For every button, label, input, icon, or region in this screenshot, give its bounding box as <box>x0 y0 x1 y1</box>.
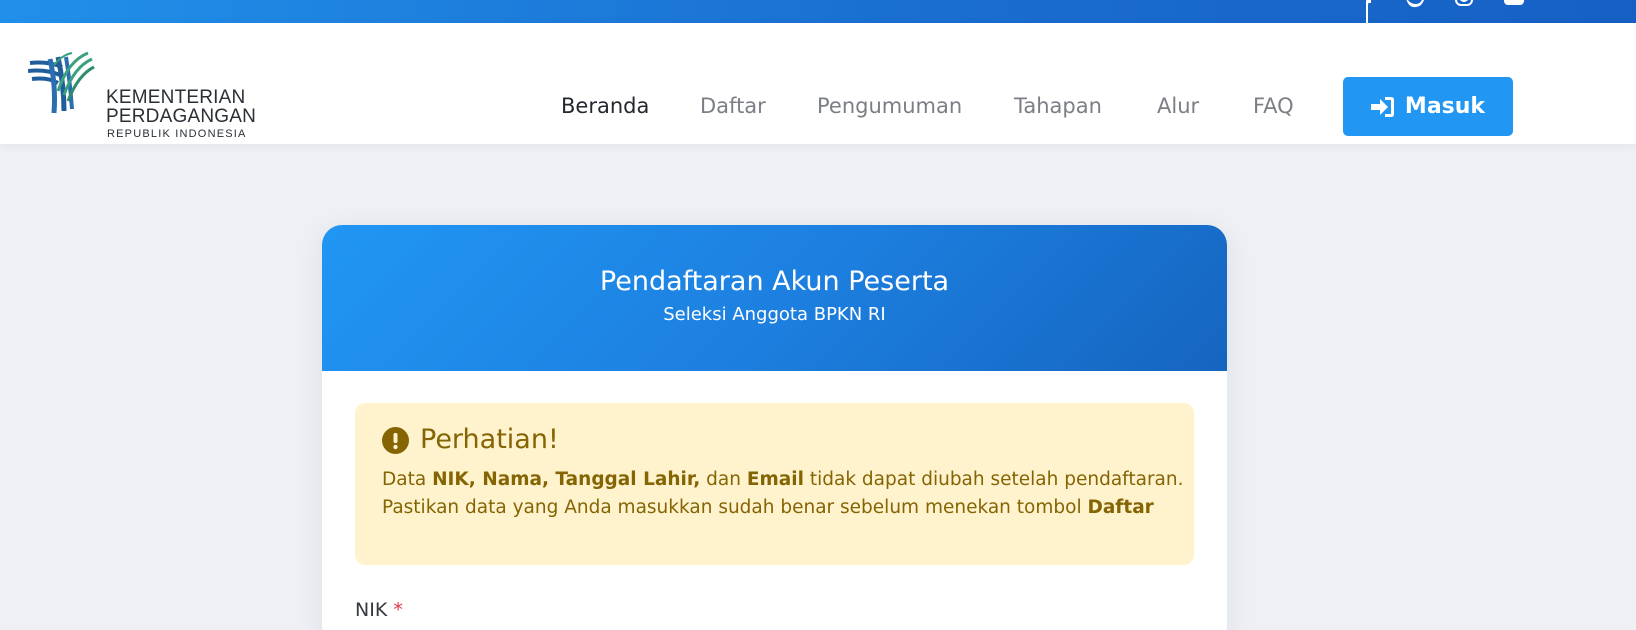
twitter-icon[interactable] <box>1404 0 1426 23</box>
nav-daftar[interactable]: Daftar <box>700 93 766 119</box>
nav-faq[interactable]: FAQ <box>1253 93 1294 119</box>
navbar: KEMENTERIAN PERDAGANGAN REPUBLIK INDONES… <box>0 23 1636 144</box>
youtube-icon[interactable] <box>1503 0 1525 23</box>
facebook-icon[interactable] <box>1362 0 1374 23</box>
alert-bold-fields: NIK, Nama, Tanggal Lahir, <box>432 469 701 490</box>
card-title: Pendaftaran Akun Peserta <box>599 266 950 297</box>
nik-label: NIK * <box>355 598 403 622</box>
top-bar <box>0 0 1636 23</box>
nav-pengumuman[interactable]: Pengumuman <box>817 93 962 119</box>
card-subtitle: Seleksi Anggota BPKN RI <box>663 304 886 325</box>
nik-label-text: NIK <box>355 599 388 621</box>
alert-title: Perhatian! <box>420 424 559 455</box>
logo-text-line1: KEMENTERIAN <box>106 87 246 108</box>
alert-text-line1: Data NIK, Nama, Tanggal Lahir, dan Email… <box>382 468 1184 492</box>
kemendag-logo[interactable]: KEMENTERIAN PERDAGANGAN REPUBLIK INDONES… <box>28 51 256 140</box>
instagram-icon[interactable] <box>1455 0 1473 23</box>
alert-text-line2: Pastikan data yang Anda masukkan sudah b… <box>382 496 1154 520</box>
card-header: Pendaftaran Akun Peserta Seleksi Anggota… <box>322 225 1227 371</box>
alert-bold-daftar: Daftar <box>1087 497 1154 518</box>
alert-text: dan <box>700 469 747 490</box>
nav-beranda[interactable]: Beranda <box>561 93 649 119</box>
login-button-label: Masuk <box>1404 94 1486 119</box>
nav-tahapan[interactable]: Tahapan <box>1014 93 1102 119</box>
alert-text: Data <box>382 469 433 490</box>
exclamation-circle-icon <box>382 427 409 454</box>
registration-card: Pendaftaran Akun Peserta Seleksi Anggota… <box>322 225 1227 630</box>
login-button[interactable]: Masuk <box>1343 77 1513 136</box>
alert-text: Pastikan data yang Anda masukkan sudah b… <box>382 497 1088 518</box>
logo-text-line2: PERDAGANGAN <box>106 106 257 127</box>
alert-text: tidak dapat diubah setelah pendaftaran. <box>803 469 1184 490</box>
required-mark: * <box>393 599 403 621</box>
warning-alert: Perhatian! Data NIK, Nama, Tanggal Lahir… <box>355 403 1194 565</box>
alert-bold-email: Email <box>746 469 804 490</box>
kemendag-emblem-icon <box>28 51 95 114</box>
nav-alur[interactable]: Alur <box>1157 93 1199 119</box>
sign-in-icon <box>1370 96 1394 117</box>
logo-text-line3: REPUBLIK INDONESIA <box>107 128 247 140</box>
